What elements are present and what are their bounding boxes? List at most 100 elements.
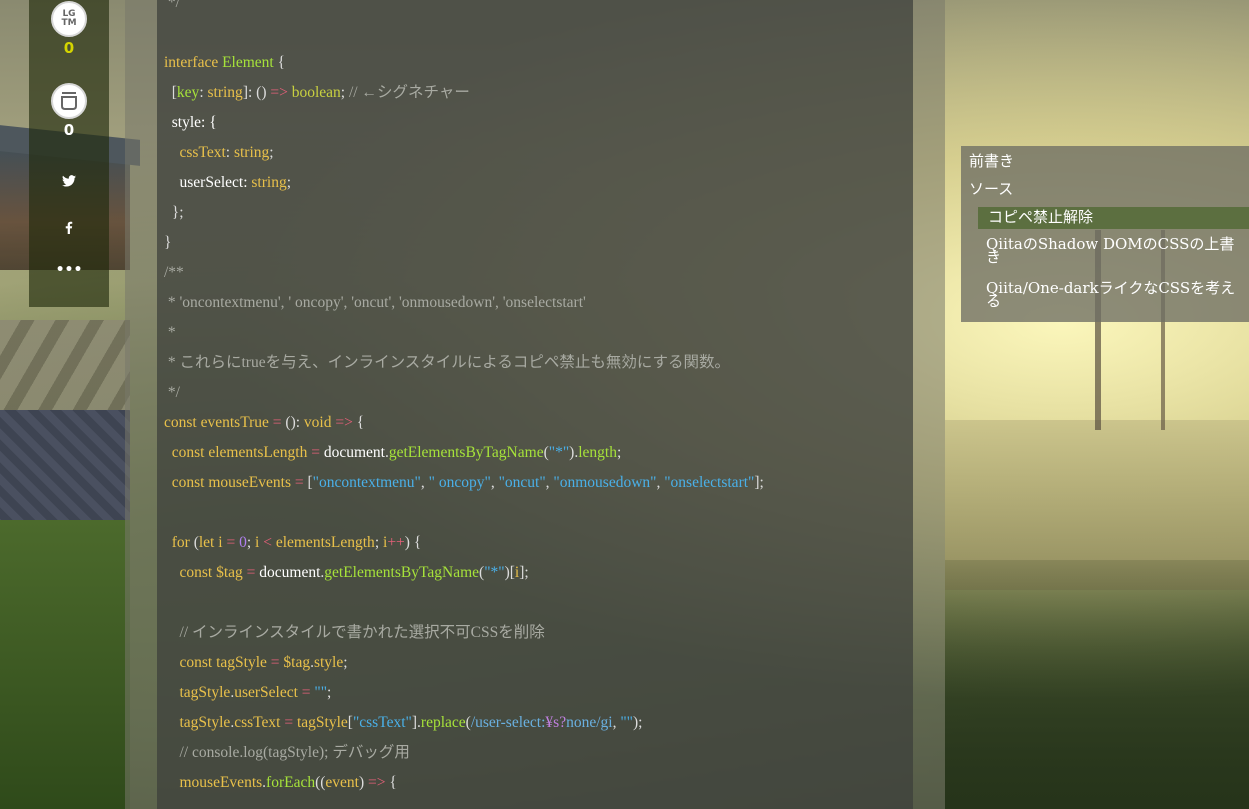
toc-item-source[interactable]: ソース xyxy=(969,182,1013,197)
operator: = xyxy=(226,534,236,551)
punct: ). xyxy=(569,444,579,461)
pond-right xyxy=(945,420,1249,590)
code-line: }; xyxy=(164,198,904,228)
identifier: document xyxy=(259,564,321,581)
stock-button[interactable] xyxy=(51,83,87,119)
operator: = xyxy=(270,654,280,671)
keyword: interface xyxy=(164,54,219,71)
punct: ; xyxy=(616,444,622,461)
code-line: * 'oncontextmenu', ' oncopy', 'oncut', '… xyxy=(164,288,904,318)
code-line: */ xyxy=(164,378,904,408)
comment: // インラインスタイルで書かれた選択不可CSSを削除 xyxy=(179,624,545,641)
string: "oncontextmenu" xyxy=(312,474,421,491)
identifier: tagStyle xyxy=(179,714,231,731)
punct: ; xyxy=(269,144,274,161)
code-line: mouseEvents.forEach((event) => { xyxy=(164,768,904,798)
identifier: tagStyle xyxy=(179,684,231,701)
lgtm-icon: LG TM xyxy=(61,9,77,28)
rock-wall xyxy=(0,320,130,415)
identifier: eventsTrue xyxy=(200,414,269,431)
code-line: tagStyle.cssText = tagStyle["cssText"].r… xyxy=(164,708,904,738)
facebook-icon xyxy=(65,221,73,234)
keyword: const xyxy=(171,444,205,461)
operator: = xyxy=(272,414,282,431)
code-line: style: { xyxy=(164,108,904,138)
punct: ; xyxy=(340,84,349,101)
code-line: const mouseEvents = ["oncontextmenu", " … xyxy=(164,468,904,498)
comment: */ xyxy=(164,384,180,401)
operator: ++ xyxy=(387,534,405,551)
punct: { xyxy=(385,774,397,791)
operator: => xyxy=(335,414,353,431)
code-line: const eventsTrue = (): void => { xyxy=(164,408,904,438)
comment: /** xyxy=(164,264,184,281)
toc-item-copy-unblock[interactable]: コピペ禁止解除 xyxy=(988,210,1093,225)
string: " oncopy" xyxy=(428,474,491,491)
string: "" xyxy=(314,684,328,701)
lgtm-count: 0 xyxy=(63,39,75,57)
punct: ; xyxy=(374,534,383,551)
share-sidebar: LG TM 0 0 ••• xyxy=(29,0,109,307)
more-share-button[interactable]: ••• xyxy=(29,262,109,278)
identifier: mouseEvents xyxy=(179,774,263,791)
punct: , xyxy=(420,474,429,491)
identifier: key xyxy=(176,84,200,101)
type: boolean xyxy=(291,84,341,101)
operator: < xyxy=(263,534,272,551)
comment: */ xyxy=(167,0,180,11)
punct: ( xyxy=(189,534,199,551)
code-line: userSelect: string; xyxy=(164,168,904,198)
number: 0 xyxy=(239,534,247,551)
punct: } xyxy=(164,234,172,251)
punct: ; xyxy=(343,654,348,671)
keyword: const xyxy=(179,654,213,671)
stock-group: 0 xyxy=(29,83,109,139)
punct: : xyxy=(225,144,234,161)
toc-item-preface[interactable]: 前書き xyxy=(969,154,1014,169)
toc-item-one-dark[interactable]: Qiita/One-darkライクなCSSを考える xyxy=(986,281,1248,309)
punct: (( xyxy=(315,774,326,791)
code-line: for (let i = 0; i < elementsLength; i++)… xyxy=(164,528,904,558)
property: length xyxy=(578,444,617,461)
property: cssText xyxy=(179,144,226,161)
keyword: const xyxy=(164,414,197,431)
code-line: /** xyxy=(164,258,904,288)
punct: (): xyxy=(285,414,304,431)
identifier: $tag xyxy=(216,564,243,581)
property: cssText xyxy=(234,714,281,731)
toc-item-shadow-dom[interactable]: QiitaのShadow DOMのCSSの上書き xyxy=(986,237,1248,265)
twitter-share[interactable] xyxy=(29,172,109,191)
punct: , xyxy=(490,474,499,491)
punct: )[ xyxy=(504,564,515,581)
punct: ]. xyxy=(411,714,421,731)
identifier: mouseEvents xyxy=(208,474,291,491)
method: replace xyxy=(420,714,466,731)
facebook-share[interactable] xyxy=(29,219,109,238)
string: "" xyxy=(620,714,633,731)
code-line: */ xyxy=(164,0,904,18)
string: "onselectstart" xyxy=(664,474,755,491)
code-line: * これらにtrueを与え、インラインスタイルによるコピペ禁止も無効にする関数。 xyxy=(164,348,904,378)
type: string xyxy=(233,144,270,161)
comment: * 'oncontextmenu', ' oncopy', 'oncut', '… xyxy=(164,294,586,311)
identifier: event xyxy=(325,774,359,791)
twitter-icon xyxy=(62,175,76,187)
code-line: // インラインスタイルで書かれた選択不可CSSを削除 xyxy=(164,618,904,648)
identifier: i xyxy=(255,534,260,551)
punct: ) xyxy=(359,774,369,791)
identifier: document xyxy=(323,444,385,461)
operator: = xyxy=(301,684,311,701)
stone-path xyxy=(0,410,130,530)
lgtm-button[interactable]: LG TM xyxy=(51,1,87,37)
identifier: i xyxy=(218,534,223,551)
identifier: $tag xyxy=(283,654,311,671)
comment: * これらにtrueを与え、インラインスタイルによるコピペ禁止も無効にする関数。 xyxy=(164,354,730,371)
comment: // console.log(tagStyle); デバッグ用 xyxy=(179,744,410,761)
identifier: style: { xyxy=(171,114,217,131)
punct: ) { xyxy=(404,534,422,551)
code-line: } xyxy=(164,228,904,258)
identifier: elementsLength xyxy=(275,534,375,551)
keyword: for xyxy=(171,534,190,551)
punct: : xyxy=(199,84,208,101)
